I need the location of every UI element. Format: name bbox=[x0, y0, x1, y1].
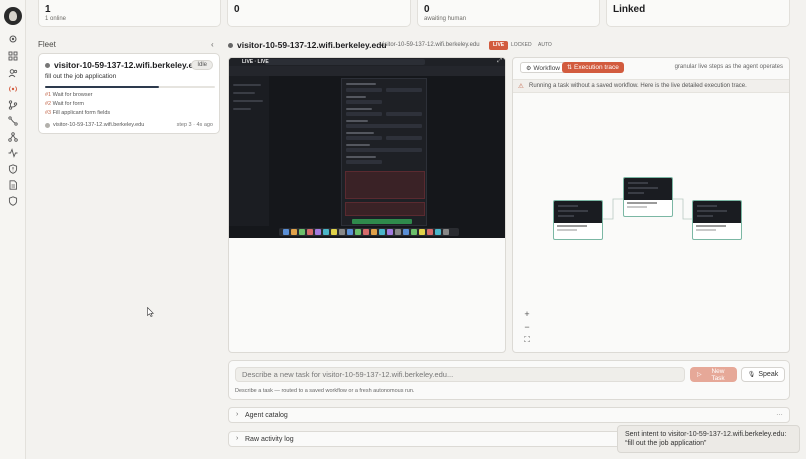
task-progress-bar bbox=[45, 86, 215, 88]
mode-live-toggle[interactable]: LIVE bbox=[489, 41, 509, 50]
session-subtitle: visitor-10-59-137-12.wifi.berkeley.edu bbox=[380, 42, 480, 48]
tab-execution-trace[interactable]: ⇅ Execution trace bbox=[562, 62, 624, 73]
chevron-right-icon: › bbox=[236, 435, 239, 442]
live-browser-panel: LIVE · LIVE ⤢ bbox=[228, 57, 506, 353]
zoom-out-button[interactable]: − bbox=[520, 321, 534, 333]
live-browser-view[interactable]: LIVE · LIVE ⤢ bbox=[229, 58, 505, 238]
stat-running: 0 bbox=[227, 0, 411, 27]
stat-value: 0 bbox=[234, 4, 240, 15]
new-task-label: New Task bbox=[711, 368, 725, 382]
agent-catalog-label: Agent catalog bbox=[245, 412, 288, 419]
route-icon[interactable] bbox=[8, 116, 18, 126]
step-item: #1 Wait for browser bbox=[45, 92, 93, 98]
stat-awaiting-human: 0 awaiting human bbox=[417, 0, 600, 27]
agent-task: fill out the job application bbox=[45, 73, 117, 80]
document-icon[interactable] bbox=[8, 180, 18, 190]
fit-view-button[interactable]: ⛶ bbox=[520, 334, 534, 346]
expand-icon[interactable]: ⤢ bbox=[497, 58, 502, 65]
browser-toolbar bbox=[229, 66, 505, 76]
step-label: Wait for browser bbox=[52, 92, 93, 98]
tab-trace-label: Execution trace bbox=[574, 64, 619, 71]
broadcast-icon[interactable] bbox=[8, 84, 18, 94]
step-number: #3 bbox=[45, 110, 52, 116]
stat-label: 1 online bbox=[45, 16, 67, 22]
trace-node[interactable] bbox=[692, 200, 742, 240]
microphone-icon: 🎙 bbox=[747, 372, 756, 378]
users-icon[interactable] bbox=[8, 68, 18, 78]
browser-form-document bbox=[341, 78, 427, 226]
stat-link-status: Linked bbox=[606, 0, 790, 27]
status-badge: Idle bbox=[191, 60, 213, 70]
toast-message: Sent intent to visitor-10-59-137-12.wifi… bbox=[625, 431, 787, 447]
step-number: #1 bbox=[45, 92, 52, 98]
agent-host: visitor-10-59-137-12.wifi.berkeley.edu bbox=[54, 60, 204, 70]
trace-banner: ⚠ Running a task without a saved workflo… bbox=[513, 79, 789, 93]
step-label: Fill applicant form fields bbox=[52, 110, 111, 116]
new-task-button[interactable]: ▷ New Task bbox=[690, 367, 737, 382]
mode-auto-toggle[interactable]: AUTO bbox=[534, 41, 556, 50]
fleet-agent-card[interactable]: visitor-10-59-137-12.wifi.berkeley.edu I… bbox=[38, 53, 220, 134]
shield-icon[interactable] bbox=[8, 196, 18, 206]
mode-locked-toggle[interactable]: LOCKED bbox=[507, 41, 536, 50]
chevron-right-icon: › bbox=[236, 411, 239, 418]
trace-icon: ⇅ bbox=[567, 65, 573, 71]
trace-banner-text: Running a task without a saved workflow.… bbox=[529, 83, 747, 89]
step-item: #2 Wait for form bbox=[45, 101, 84, 107]
chevron-left-icon[interactable]: ‹ bbox=[211, 40, 214, 49]
browser-dock bbox=[279, 228, 459, 236]
network-icon[interactable] bbox=[8, 132, 18, 142]
browser-tab bbox=[265, 59, 425, 65]
task-hint: Describe a task — routed to a saved work… bbox=[235, 388, 415, 394]
stat-value: 1 bbox=[45, 4, 51, 15]
tab-workflow-label: Workflow bbox=[533, 65, 560, 72]
stat-online: 1 1 online bbox=[38, 0, 221, 27]
browser-sidebar bbox=[229, 76, 269, 226]
logo[interactable] bbox=[4, 7, 22, 25]
grid-icon[interactable] bbox=[8, 51, 18, 61]
shield-alert-icon[interactable] bbox=[8, 164, 18, 174]
step-item: #3 Fill applicant form fields bbox=[45, 110, 110, 116]
zoom-in-button[interactable]: + bbox=[520, 308, 534, 320]
live-badge: LIVE · LIVE bbox=[242, 59, 269, 65]
speak-label: Speak bbox=[758, 371, 779, 378]
session-status-dot bbox=[228, 43, 233, 48]
play-icon: ▷ bbox=[697, 372, 702, 378]
activity-icon[interactable] bbox=[8, 148, 18, 158]
stat-value: Linked bbox=[613, 4, 646, 15]
agent-step-meta: step 3 · 4s ago bbox=[176, 122, 213, 128]
trace-hint: granular live steps as the agent operate… bbox=[674, 64, 783, 70]
branch-icon[interactable] bbox=[8, 100, 18, 110]
status-dot bbox=[45, 63, 50, 68]
status-dot-icon[interactable] bbox=[8, 34, 18, 44]
step-label: Wait for form bbox=[52, 101, 84, 107]
stat-value: 0 bbox=[424, 4, 430, 15]
speak-button[interactable]: 🎙 Speak bbox=[741, 367, 785, 382]
sidebar bbox=[0, 0, 26, 459]
tab-workflow[interactable]: ⚙ Workflow bbox=[520, 62, 566, 73]
trace-graph-canvas[interactable]: + − ⛶ bbox=[513, 94, 789, 352]
agent-footer-host: visitor-10-59-137-12.wifi.berkeley.edu bbox=[53, 122, 145, 128]
fleet-title: Fleet bbox=[38, 40, 56, 49]
task-progress-fill bbox=[45, 86, 159, 88]
agent-catalog-section[interactable]: › Agent catalog … bbox=[228, 407, 790, 423]
trace-node[interactable] bbox=[623, 177, 673, 217]
execution-trace-panel: ⚙ Workflow ⇅ Execution trace granular live… bbox=[512, 57, 790, 353]
more-icon[interactable]: … bbox=[776, 410, 783, 417]
mouse-cursor-icon bbox=[147, 307, 154, 317]
toast-notification: Sent intent to visitor-10-59-137-12.wifi… bbox=[617, 425, 800, 453]
stat-label: awaiting human bbox=[424, 16, 467, 22]
globe-icon bbox=[45, 123, 50, 128]
warning-icon: ⚠ bbox=[518, 83, 524, 90]
session-title: visitor-10-59-137-12.wifi.berkeley.edu bbox=[237, 40, 387, 50]
raw-activity-log-label: Raw activity log bbox=[245, 436, 294, 443]
step-number: #2 bbox=[45, 101, 52, 107]
task-input[interactable] bbox=[235, 367, 685, 382]
workflow-icon: ⚙ bbox=[526, 66, 532, 72]
new-task-form: ▷ New Task 🎙Speak Describe a task — rout… bbox=[228, 360, 790, 400]
trace-node[interactable] bbox=[553, 200, 603, 240]
